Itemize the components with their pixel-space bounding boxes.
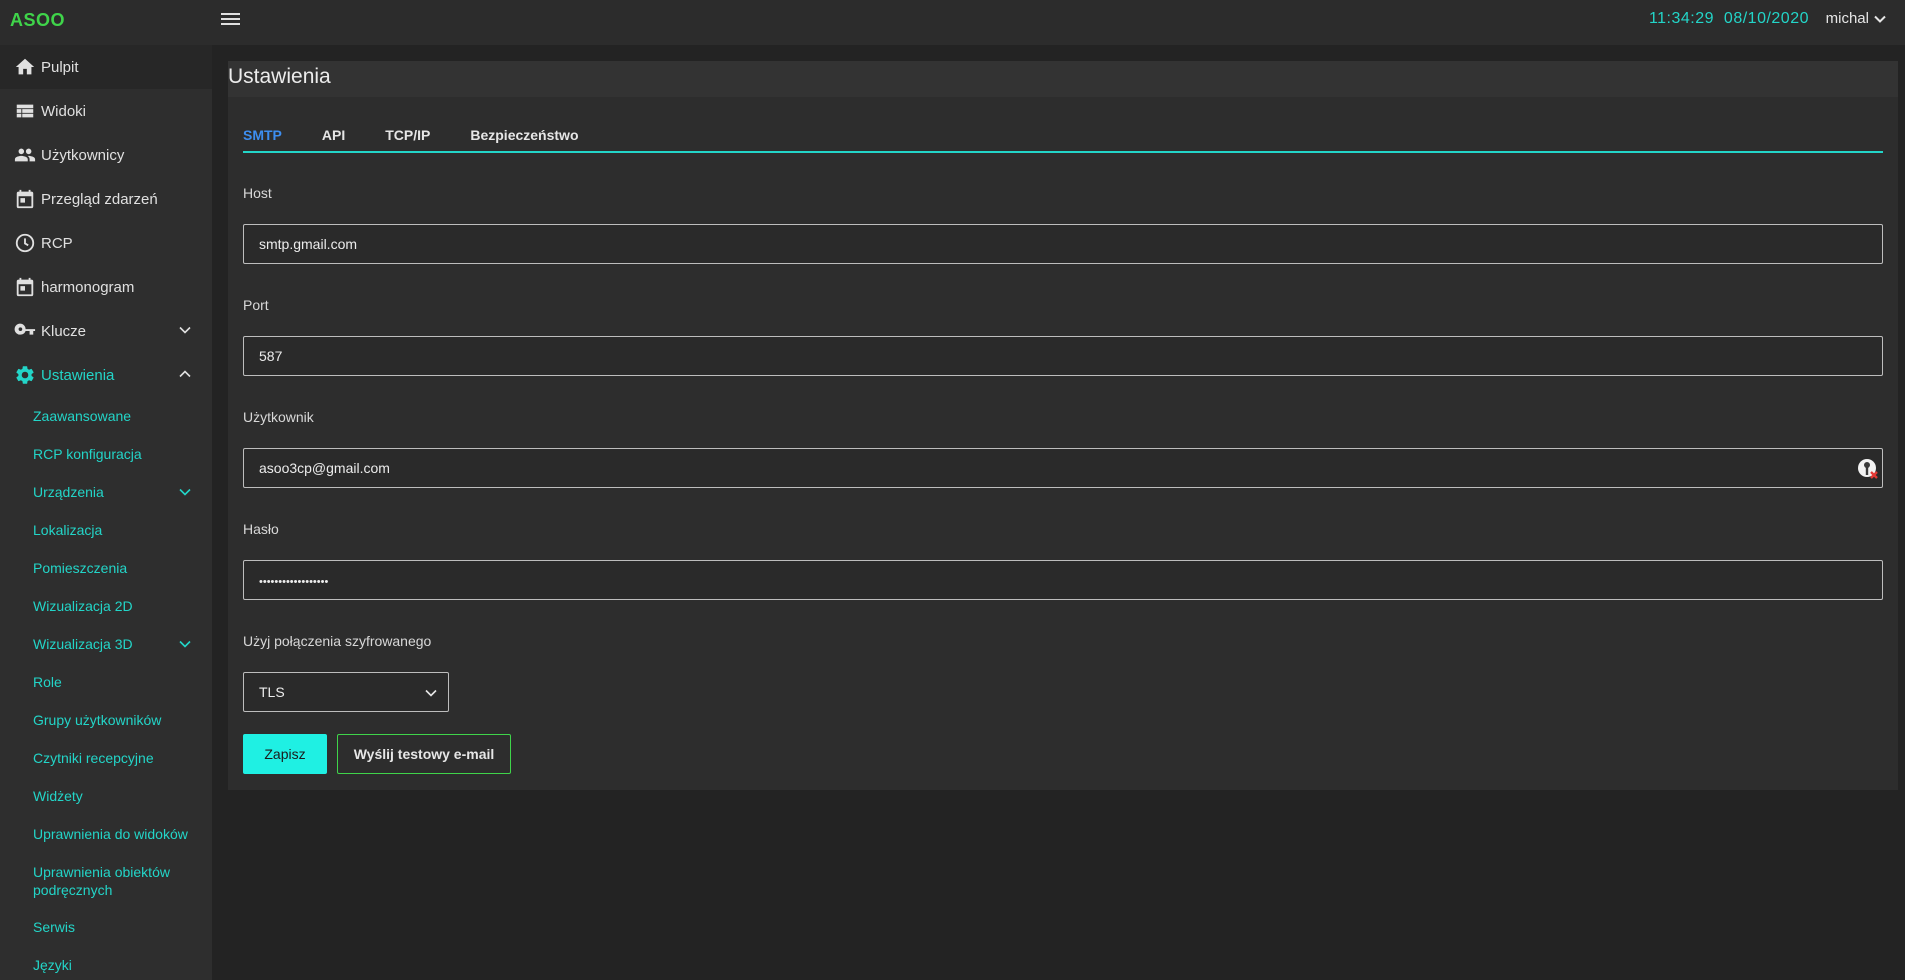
clock-icon (14, 232, 36, 254)
top-bar: ASOO 11:34:29 08/10/2020 michal (0, 0, 1905, 45)
password-input[interactable]: •••••••••••••••••• (243, 560, 1883, 600)
sidebar-subitem-label: Czytniki recepcyjne (33, 750, 154, 766)
clock-readout: 11:34:29 08/10/2020 (1649, 10, 1809, 28)
sidebar-item-label: Klucze (41, 322, 87, 340)
sidebar-subitem-label: Widżety (33, 788, 83, 804)
panel-header: Ustawienia (228, 61, 1898, 97)
sidebar-item-label: Widoki (41, 102, 87, 120)
sidebar-item-przeglad-zdarzen[interactable]: Przegląd zdarzeń (0, 177, 212, 221)
sidebar: Pulpit Widoki Użytkownicy Przegląd zdarz… (0, 45, 212, 980)
calendar-icon (14, 276, 36, 298)
gear-icon (14, 364, 36, 386)
encryption-label: Użyj połączenia szyfrowanego (243, 633, 432, 649)
port-value: 587 (259, 348, 283, 364)
page-title: Ustawienia (228, 65, 331, 88)
sidebar-item-rcp[interactable]: RCP (0, 221, 212, 265)
key-icon (14, 320, 36, 342)
sidebar-subitem-label: Uprawnienia do widoków (33, 826, 188, 842)
sidebar-item-label: Użytkownicy (41, 146, 125, 164)
password-value: •••••••••••••••••• (259, 576, 329, 588)
sidebar-subitem-pomieszczenia[interactable]: Pomieszczenia (0, 549, 212, 587)
sidebar-item-ustawienia[interactable]: Ustawienia (0, 353, 212, 397)
port-label: Port (243, 297, 269, 313)
sidebar-subitem-wizualizacja-3d[interactable]: Wizualizacja 3D (0, 625, 212, 663)
password-label: Hasło (243, 521, 279, 537)
view-list-icon (14, 100, 36, 122)
user-menu[interactable]: michal (1826, 10, 1887, 27)
sidebar-subitem-widzety[interactable]: Widżety (0, 777, 212, 815)
sidebar-subitem-label: Uprawnienia obiektów podręcznych (33, 863, 170, 898)
sidebar-subitem-wizualizacja-2d[interactable]: Wizualizacja 2D (0, 587, 212, 625)
app-brand[interactable]: ASOO (10, 10, 65, 31)
sidebar-subitem-czytniki-recepcyjne[interactable]: Czytniki recepcyjne (0, 739, 212, 777)
password-manager-icon[interactable] (1856, 457, 1880, 481)
chevron-down-icon (179, 640, 191, 648)
tab-bezpieczenstwo[interactable]: Bezpieczeństwo (470, 123, 578, 151)
sidebar-subitem-jezyki[interactable]: Języki (0, 946, 212, 980)
sidebar-subitem-label: Wizualizacja 3D (33, 636, 133, 652)
sidebar-item-label: Pulpit (41, 58, 79, 76)
clock-time: 11:34:29 (1648, 10, 1715, 27)
sidebar-subitem-serwis[interactable]: Serwis (0, 908, 212, 946)
host-label: Host (243, 185, 272, 201)
sidebar-subitem-urzadzenia[interactable]: Urządzenia (0, 473, 212, 511)
sidebar-subitem-label: Zaawansowane (33, 408, 132, 424)
sidebar-subitem-label: Serwis (33, 919, 76, 935)
clock-date: 08/10/2020 (1723, 10, 1809, 27)
user-input[interactable]: asoo3cp@gmail.com (243, 448, 1883, 488)
hamburger-menu-icon[interactable] (221, 10, 241, 28)
chevron-down-icon (179, 488, 191, 496)
sidebar-subitem-label: Języki (33, 957, 72, 973)
people-icon (14, 144, 36, 166)
user-name: michal (1825, 10, 1869, 27)
sidebar-subitem-rcp-konfiguracja[interactable]: RCP konfiguracja (0, 435, 212, 473)
sidebar-item-label: harmonogram (41, 278, 135, 296)
sidebar-subitem-label: Wizualizacja 2D (33, 598, 133, 614)
sidebar-item-label: Przegląd zdarzeń (41, 190, 158, 208)
sidebar-subitem-zaawansowane[interactable]: Zaawansowane (0, 397, 212, 435)
sidebar-item-klucze[interactable]: Klucze (0, 309, 212, 353)
send-test-email-button[interactable]: Wyślij testowy e-mail (337, 734, 511, 774)
sidebar-item-label: Ustawienia (41, 366, 115, 384)
sidebar-subitem-label: Grupy użytkowników (33, 712, 162, 728)
calendar-icon (14, 188, 36, 210)
encryption-select[interactable]: TLS (243, 672, 449, 712)
user-label: Użytkownik (243, 409, 314, 425)
user-value: asoo3cp@gmail.com (259, 460, 390, 476)
home-icon (14, 56, 36, 78)
sidebar-subitem-lokalizacja[interactable]: Lokalizacja (0, 511, 212, 549)
encryption-value: TLS (259, 684, 285, 700)
sidebar-item-harmonogram[interactable]: harmonogram (0, 265, 212, 309)
sidebar-subitem-uprawnienia-obiektow[interactable]: Uprawnienia obiektów podręcznych (0, 853, 212, 908)
settings-tabs: SMTP API TCP/IP Bezpieczeństwo (243, 123, 1883, 153)
tab-smtp[interactable]: SMTP (243, 123, 282, 151)
sidebar-subitem-label: Role (33, 674, 62, 690)
sidebar-subitem-label: Urządzenia (33, 484, 104, 500)
settings-panel: Ustawienia SMTP API TCP/IP Bezpieczeństw… (228, 61, 1898, 790)
sidebar-item-widoki[interactable]: Widoki (0, 89, 212, 133)
sidebar-subitem-role[interactable]: Role (0, 663, 212, 701)
sidebar-item-label: RCP (41, 234, 73, 252)
chevron-down-icon (1874, 15, 1886, 23)
sidebar-subitem-label: Lokalizacja (33, 522, 103, 538)
port-input[interactable]: 587 (243, 336, 1883, 376)
host-input[interactable]: smtp.gmail.com (243, 224, 1883, 264)
sidebar-subitem-grupy-uzytkownikow[interactable]: Grupy użytkowników (0, 701, 212, 739)
tab-api[interactable]: API (322, 123, 345, 151)
sidebar-subitem-label: Pomieszczenia (33, 560, 128, 576)
save-button[interactable]: Zapisz (243, 734, 327, 774)
sidebar-subitem-uprawnienia-do-widokow[interactable]: Uprawnienia do widoków (0, 815, 212, 853)
chevron-down-icon (179, 326, 191, 334)
host-value: smtp.gmail.com (259, 236, 358, 252)
tab-tcp-ip[interactable]: TCP/IP (385, 123, 430, 151)
sidebar-subitem-label: RCP konfiguracja (33, 446, 142, 462)
chevron-down-icon (425, 689, 437, 697)
sidebar-item-pulpit[interactable]: Pulpit (0, 45, 212, 89)
chevron-up-icon (179, 370, 191, 378)
sidebar-item-uzytkownicy[interactable]: Użytkownicy (0, 133, 212, 177)
